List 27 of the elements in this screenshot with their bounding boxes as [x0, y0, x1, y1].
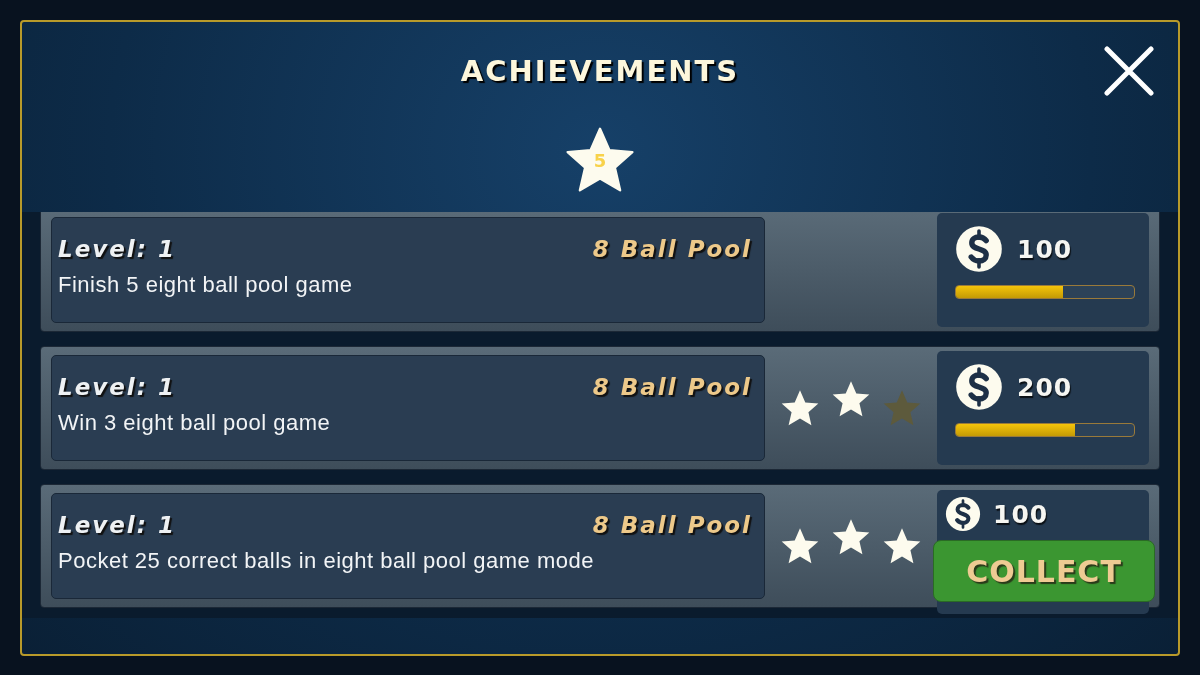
level-label: Level: 1 [58, 374, 176, 400]
level-label: Level: 1 [58, 236, 176, 262]
reward-amount: 200 [1017, 372, 1073, 402]
reward-amount: 100 [1017, 234, 1073, 264]
close-icon [1104, 46, 1154, 96]
game-name: 8 Ball Pool [592, 236, 752, 262]
collect-button[interactable]: COLLECT [933, 540, 1155, 602]
game-name: 8 Ball Pool [592, 512, 752, 538]
dialog-title: ACHIEVEMENTS [460, 54, 740, 88]
star-count: 5 [593, 152, 607, 170]
level-label: Level: 1 [58, 512, 176, 538]
game-name: 8 Ball Pool [592, 374, 752, 400]
dollar-coin-icon [955, 363, 1003, 411]
star-icon [780, 389, 820, 427]
reward-amount: 100 [993, 499, 1049, 529]
star-icon [882, 527, 922, 565]
close-button[interactable] [1104, 46, 1154, 96]
achievement-description: Pocket 25 correct balls in eight ball pool game mode [58, 548, 595, 574]
dollar-coin-icon [945, 496, 981, 532]
star-icon [780, 527, 820, 565]
dollar-coin-icon [955, 225, 1003, 273]
achievement-description: Finish 5 eight ball pool game [58, 272, 354, 298]
star-icon [882, 389, 922, 427]
achievement-description: Win 3 eight ball pool game [58, 410, 332, 436]
star-icon [831, 380, 871, 418]
star-icon [831, 518, 871, 556]
star-icon [565, 126, 635, 194]
